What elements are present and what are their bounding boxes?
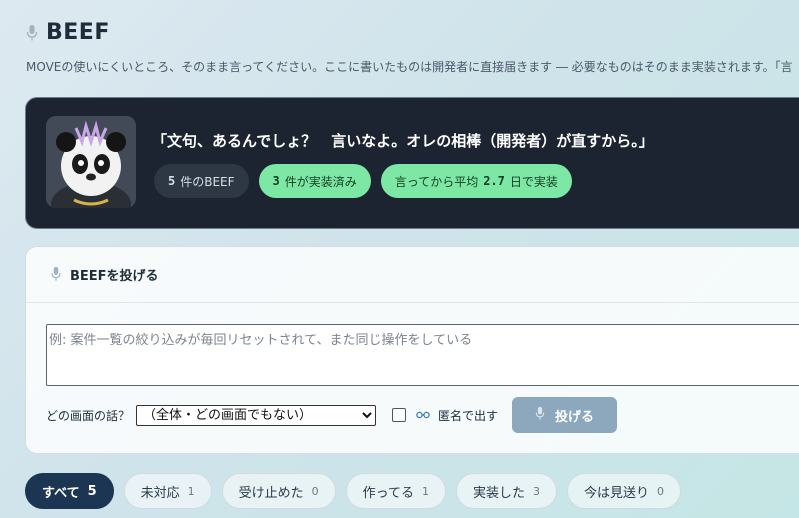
tab-label: 実装した bbox=[473, 485, 526, 501]
beef-count-label: 件のBEEF bbox=[180, 174, 235, 189]
tab-label: 受け止めた bbox=[238, 485, 304, 501]
hero-quote: 「文句、あるんでしょ？ 言いなよ。オレの相棒（開発者）が直すから。」 bbox=[152, 132, 654, 150]
page-title: BEEF bbox=[46, 20, 110, 45]
anonymous-label: 匿名で出す bbox=[438, 408, 499, 423]
submit-button-label: 投げる bbox=[555, 409, 595, 425]
tab-count: 5 bbox=[87, 483, 97, 499]
tab-implemented[interactable]: 実装した 3 bbox=[456, 473, 558, 509]
microphone-icon bbox=[26, 24, 38, 42]
tab-all[interactable]: すべて 5 bbox=[25, 473, 114, 509]
avg-days-value: 2.7 bbox=[483, 174, 505, 188]
tab-count: 0 bbox=[657, 484, 665, 498]
tab-label: 今は見送り bbox=[584, 485, 650, 501]
tab-unhandled[interactable]: 未対応 1 bbox=[123, 473, 212, 509]
glasses-icon bbox=[416, 408, 430, 422]
tab-count: 1 bbox=[422, 484, 430, 498]
hero-banner: 「文句、あるんでしょ？ 言いなよ。オレの相棒（開発者）が直すから。」 5 件のB… bbox=[25, 97, 799, 229]
beef-count-badge: 5 件のBEEF bbox=[154, 164, 249, 198]
implemented-count-label: 件が実装済み bbox=[284, 174, 357, 189]
microphone-icon bbox=[535, 406, 547, 424]
tab-in-progress[interactable]: 作ってる 1 bbox=[345, 473, 447, 509]
submit-beef-card: BEEFを投げる どの画面の話？ （全体・どの画面でもない） 匿名で出す bbox=[25, 246, 799, 454]
tab-label: 作ってる bbox=[362, 485, 415, 501]
status-filter-tabs: すべて 5 未対応 1 受け止めた 0 作ってる 1 実装した 3 今は見送り … bbox=[25, 473, 682, 509]
screen-question-label: どの画面の話？ bbox=[46, 408, 131, 423]
avg-days-suffix: 日で実装 bbox=[509, 174, 558, 189]
tab-count: 0 bbox=[311, 484, 319, 498]
tab-acknowledged[interactable]: 受け止めた 0 bbox=[221, 473, 336, 509]
page-subtitle: MOVEの使いにくいところ、そのまま言ってください。ここに書いたものは開発者に直… bbox=[26, 60, 793, 74]
screen-select[interactable]: （全体・どの画面でもない） bbox=[136, 404, 377, 426]
beef-textarea[interactable] bbox=[46, 324, 799, 386]
implemented-count-value: 3 bbox=[272, 174, 280, 188]
card-header: BEEFを投げる bbox=[26, 247, 799, 303]
tab-count: 1 bbox=[187, 484, 195, 498]
avg-days-badge: 言ってから平均 2.7 日で実装 bbox=[380, 164, 572, 198]
microphone-icon bbox=[50, 266, 62, 284]
anonymous-checkbox[interactable] bbox=[392, 408, 407, 422]
page-header: BEEF bbox=[26, 20, 110, 45]
submit-button[interactable]: 投げる bbox=[512, 397, 618, 433]
implemented-count-badge: 3 件が実装済み bbox=[258, 164, 371, 198]
tab-label: 未対応 bbox=[140, 485, 180, 501]
panda-avatar bbox=[46, 116, 136, 208]
card-heading: BEEFを投げる bbox=[70, 269, 159, 284]
avg-days-prefix: 言ってから平均 bbox=[394, 174, 479, 189]
tab-deferred[interactable]: 今は見送り 0 bbox=[567, 473, 682, 509]
tab-count: 3 bbox=[533, 484, 541, 498]
beef-count-value: 5 bbox=[168, 174, 176, 188]
tab-label: すべて bbox=[42, 485, 80, 501]
